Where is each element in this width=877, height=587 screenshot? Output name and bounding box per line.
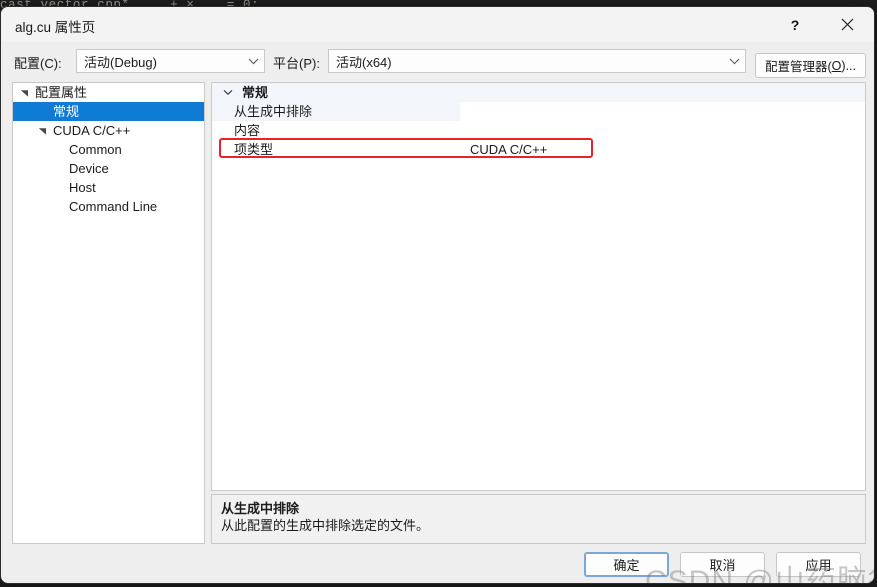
configuration-manager-button[interactable]: 配置管理器(O)... bbox=[755, 53, 866, 78]
tree-item-label: Command Line bbox=[69, 199, 158, 214]
configuration-label: 配置(C): bbox=[14, 56, 62, 71]
description-pane: 从生成中排除 从此配置的生成中排除选定的文件。 bbox=[211, 494, 866, 544]
apply-button[interactable]: 应用 bbox=[776, 552, 861, 577]
configuration-value: 活动(Debug) bbox=[84, 54, 157, 70]
description-title: 从生成中排除 bbox=[221, 501, 300, 516]
cancel-button[interactable]: 取消 bbox=[680, 552, 765, 577]
property-value[interactable]: CUDA C/C++ bbox=[460, 140, 865, 159]
chevron-down-icon bbox=[242, 58, 264, 65]
property-category-header[interactable]: 常规 bbox=[212, 83, 865, 102]
property-row[interactable]: 从生成中排除 bbox=[212, 102, 865, 121]
tree-item-[interactable]: 配置属性 bbox=[13, 83, 204, 102]
close-icon bbox=[841, 18, 854, 31]
tree-item-command-line[interactable]: Command Line bbox=[13, 197, 204, 216]
property-pages-dialog: alg.cu 属性页 ? 配置(C): 活动(Debug) 平台(P): 活动(… bbox=[0, 6, 875, 584]
platform-select[interactable]: 活动(x64) bbox=[328, 49, 746, 73]
tree-item-[interactable]: 常规 bbox=[13, 102, 204, 121]
chevron-down-icon[interactable] bbox=[220, 83, 236, 102]
property-row[interactable]: 内容 bbox=[212, 121, 865, 140]
ok-button[interactable]: 确定 bbox=[584, 552, 669, 577]
platform-label: 平台(P): bbox=[273, 56, 320, 71]
close-button[interactable] bbox=[824, 7, 870, 42]
property-row[interactable]: 项类型 CUDA C/C++ bbox=[212, 140, 865, 159]
tree-item-common[interactable]: Common bbox=[13, 140, 204, 159]
property-rows: 从生成中排除 内容 项类型 CUDA C/C++ bbox=[212, 102, 865, 159]
property-category-label: 常规 bbox=[242, 85, 269, 100]
config-manager-prefix: 配置管理器( bbox=[765, 60, 832, 74]
chevron-down-icon bbox=[723, 58, 745, 65]
help-button[interactable]: ? bbox=[772, 7, 818, 42]
config-manager-accelerator: O bbox=[831, 58, 842, 73]
config-manager-suffix: )... bbox=[841, 58, 856, 73]
tree-item-label: Device bbox=[69, 161, 109, 176]
dialog-title: alg.cu 属性页 bbox=[15, 20, 96, 35]
configuration-select[interactable]: 活动(Debug) bbox=[76, 49, 265, 73]
dialog-titlebar: alg.cu 属性页 ? bbox=[1, 7, 874, 42]
tree-item-host[interactable]: Host bbox=[13, 178, 204, 197]
triangle-expanded-icon[interactable] bbox=[13, 83, 35, 102]
triangle-expanded-icon[interactable] bbox=[31, 121, 53, 140]
tree-item-label: 配置属性 bbox=[35, 85, 88, 100]
description-body: 从此配置的生成中排除选定的文件。 bbox=[221, 518, 430, 533]
property-name: 从生成中排除 bbox=[212, 102, 460, 121]
property-value[interactable] bbox=[460, 121, 865, 140]
property-grid[interactable]: 常规 从生成中排除 内容 项类型 CUDA C/C++ bbox=[211, 82, 866, 491]
tree-item-label: CUDA C/C++ bbox=[53, 123, 131, 138]
configuration-tree[interactable]: 配置属性常规 CUDA C/C++ Common Device Host Command … bbox=[12, 82, 205, 544]
tree-item-label: 常规 bbox=[53, 104, 80, 119]
tree-item-device[interactable]: Device bbox=[13, 159, 204, 178]
property-name: 内容 bbox=[212, 121, 460, 140]
tree-item-cuda-c-c[interactable]: CUDA C/C++ bbox=[13, 121, 204, 140]
property-name: 项类型 bbox=[212, 140, 460, 159]
platform-value: 活动(x64) bbox=[336, 54, 392, 70]
question-mark-icon: ? bbox=[790, 16, 800, 33]
configuration-row: 配置(C): 活动(Debug) 平台(P): 活动(x64) bbox=[1, 42, 874, 80]
tree-item-label: Common bbox=[69, 142, 122, 157]
property-value[interactable] bbox=[460, 102, 865, 121]
tree-item-label: Host bbox=[69, 180, 96, 195]
